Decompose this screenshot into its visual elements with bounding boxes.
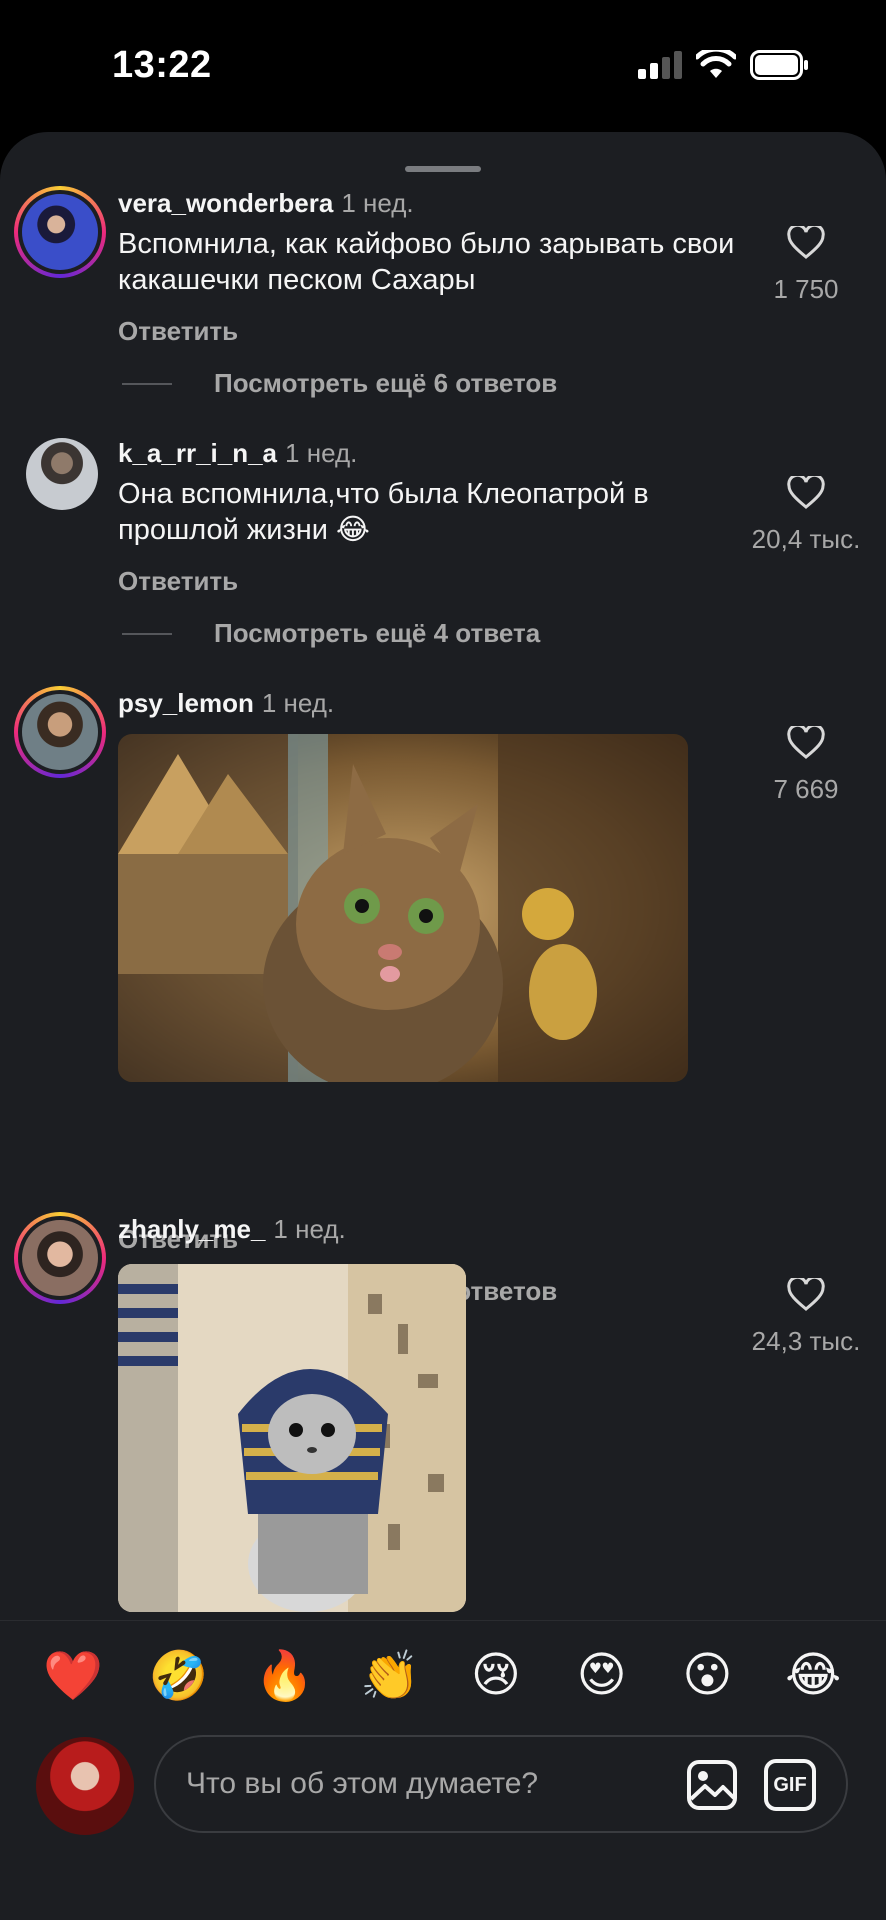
status-time: 13:22 bbox=[112, 44, 212, 86]
comment-input[interactable]: Что вы об этом думаете? GIF bbox=[154, 1735, 848, 1833]
reaction-joy[interactable]: 😂 bbox=[773, 1647, 853, 1704]
heart-icon[interactable] bbox=[787, 1278, 825, 1312]
view-more-replies-button[interactable]: Посмотреть ещё 4 ответа bbox=[122, 618, 540, 649]
username[interactable]: psy_lemon bbox=[118, 688, 254, 718]
avatar[interactable] bbox=[14, 186, 106, 278]
comment-image-cat-pharaoh[interactable] bbox=[118, 1264, 466, 1612]
status-icons bbox=[638, 50, 810, 80]
heart-icon[interactable] bbox=[787, 226, 825, 260]
avatar[interactable] bbox=[14, 686, 106, 778]
quick-reactions: ❤️ 🤣 🔥 👏 😢 😍 😮 😂 bbox=[0, 1647, 886, 1704]
wifi-icon bbox=[696, 50, 736, 78]
sheet-grabber[interactable] bbox=[405, 166, 481, 172]
cat-pharaoh-headdress-image bbox=[118, 1264, 466, 1612]
like-count: 24,3 тыс. bbox=[751, 1326, 861, 1356]
comment-input-placeholder: Что вы об этом думаете? bbox=[186, 1767, 539, 1800]
reaction-wow[interactable]: 😮 bbox=[667, 1647, 747, 1704]
username[interactable]: zhanly_me_ bbox=[118, 1214, 265, 1244]
current-user-avatar bbox=[36, 1737, 134, 1835]
view-more-replies-button[interactable]: Посмотреть ещё 6 ответов bbox=[122, 368, 557, 399]
username[interactable]: k_a_rr_i_n_a bbox=[118, 438, 277, 468]
image-icon[interactable] bbox=[686, 1759, 738, 1811]
divider bbox=[122, 632, 172, 635]
comment-time: 1 нед. bbox=[261, 688, 335, 718]
reaction-heart[interactable]: ❤️ bbox=[33, 1647, 113, 1704]
like-count: 7 669 bbox=[773, 774, 839, 804]
view-more-replies-label: Посмотреть ещё 6 ответов bbox=[214, 368, 558, 398]
status-bar: 13:22 bbox=[0, 0, 886, 130]
like-count: 1 750 bbox=[773, 274, 839, 304]
like-count: 20,4 тыс. bbox=[751, 524, 861, 554]
composer-area: ❤️ 🤣 🔥 👏 😢 😍 😮 😂 Что вы об этом думаете?… bbox=[0, 1620, 886, 1920]
avatar[interactable] bbox=[26, 438, 98, 510]
comment-text: Вспомнила, как кайфово было зарывать сво… bbox=[118, 228, 735, 296]
cat-pharaoh-image bbox=[118, 734, 688, 1082]
avatar[interactable] bbox=[14, 1212, 106, 1304]
reaction-fire[interactable]: 🔥 bbox=[244, 1647, 324, 1704]
reaction-cry[interactable]: 😢 bbox=[456, 1647, 536, 1704]
like-control[interactable]: 24,3 тыс. bbox=[726, 1278, 886, 1357]
heart-icon[interactable] bbox=[787, 726, 825, 760]
divider bbox=[122, 382, 172, 385]
like-control[interactable]: 7 669 bbox=[726, 726, 886, 805]
comment-text: Она вспомнила,что была Клеопатрой в прош… bbox=[118, 478, 649, 546]
heart-icon[interactable] bbox=[787, 476, 825, 510]
like-control[interactable]: 1 750 bbox=[726, 226, 886, 305]
battery-icon bbox=[750, 50, 808, 80]
comment-time: 1 нед. bbox=[273, 1214, 346, 1244]
reaction-heart-eyes[interactable]: 😍 bbox=[562, 1647, 642, 1704]
reaction-rofl[interactable]: 🤣 bbox=[139, 1647, 219, 1704]
reply-button[interactable]: Ответить bbox=[118, 316, 238, 347]
reaction-clap[interactable]: 👏 bbox=[350, 1647, 430, 1704]
reply-button[interactable]: Ответить bbox=[118, 566, 238, 597]
comment-time: 1 нед. bbox=[285, 438, 358, 468]
comment-time: 1 нед. bbox=[341, 188, 414, 218]
comment-image-cat-egypt[interactable] bbox=[118, 734, 688, 1082]
view-more-replies-label: Посмотреть ещё 4 ответа bbox=[214, 618, 541, 648]
like-control[interactable]: 20,4 тыс. bbox=[726, 476, 886, 555]
username[interactable]: vera_wonderbera bbox=[118, 188, 333, 218]
gif-button[interactable]: GIF bbox=[764, 1759, 816, 1811]
cellular-signal-icon bbox=[638, 51, 682, 79]
